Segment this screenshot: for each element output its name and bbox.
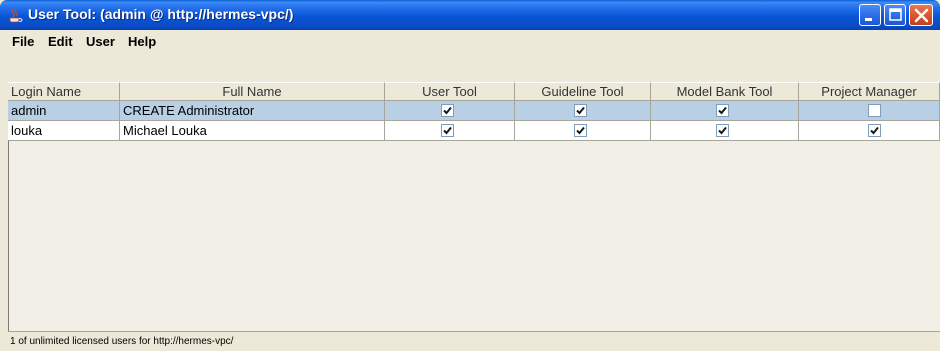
cell-user-tool: [385, 121, 515, 141]
title-bar[interactable]: User Tool: (admin @ http://hermes-vpc/): [0, 0, 940, 30]
minimize-button[interactable]: [859, 4, 881, 26]
cell-full-name[interactable]: Michael Louka: [120, 121, 385, 141]
cell-user-tool: [385, 101, 515, 121]
close-icon: [914, 8, 929, 23]
close-button[interactable]: [909, 4, 933, 26]
java-coffee-icon: [6, 6, 24, 24]
cell-model-bank-tool: [651, 101, 799, 121]
cell-project-manager: [799, 121, 940, 141]
check-icon: [443, 106, 452, 115]
column-header-model-bank-tool[interactable]: Model Bank Tool: [651, 82, 799, 101]
menu-bar: File Edit User Help: [0, 30, 940, 54]
window-left-frame: [0, 30, 8, 351]
check-icon: [870, 126, 879, 135]
cell-full-name[interactable]: CREATE Administrator: [120, 101, 385, 121]
cell-project-manager: [799, 101, 940, 121]
cell-login-name[interactable]: louka: [8, 121, 120, 141]
table-row[interactable]: admin CREATE Administrator: [8, 101, 940, 121]
check-icon: [443, 126, 452, 135]
check-icon: [718, 126, 727, 135]
status-bar: 1 of unlimited licensed users for http:/…: [8, 331, 940, 351]
minimize-icon: [865, 18, 872, 21]
model-bank-tool-checkbox[interactable]: [716, 104, 729, 117]
cell-guideline-tool: [515, 101, 651, 121]
menu-edit[interactable]: Edit: [48, 34, 73, 49]
table-header: Login Name Full Name User Tool Guideline…: [8, 82, 940, 101]
project-manager-checkbox[interactable]: [868, 104, 881, 117]
cell-login-name[interactable]: admin: [8, 101, 120, 121]
project-manager-checkbox[interactable]: [868, 124, 881, 137]
maximize-button[interactable]: [884, 4, 906, 26]
user-tool-window: User Tool: (admin @ http://hermes-vpc/) …: [0, 0, 940, 351]
window-title: User Tool: (admin @ http://hermes-vpc/): [28, 6, 294, 22]
column-header-login-name[interactable]: Login Name: [8, 82, 120, 101]
cell-model-bank-tool: [651, 121, 799, 141]
cell-guideline-tool: [515, 121, 651, 141]
menu-help[interactable]: Help: [128, 34, 156, 49]
model-bank-tool-checkbox[interactable]: [716, 124, 729, 137]
menu-user[interactable]: User: [86, 34, 115, 49]
check-icon: [576, 126, 585, 135]
column-header-project-manager[interactable]: Project Manager: [799, 82, 940, 101]
menu-file[interactable]: File: [12, 34, 34, 49]
check-icon: [718, 106, 727, 115]
column-header-guideline-tool[interactable]: Guideline Tool: [515, 82, 651, 101]
column-header-full-name[interactable]: Full Name: [120, 82, 385, 101]
user-tool-checkbox[interactable]: [441, 124, 454, 137]
maximize-icon: [889, 8, 902, 21]
guideline-tool-checkbox[interactable]: [574, 124, 587, 137]
column-header-user-tool[interactable]: User Tool: [385, 82, 515, 101]
status-text: 1 of unlimited licensed users for http:/…: [10, 336, 234, 347]
guideline-tool-checkbox[interactable]: [574, 104, 587, 117]
table-row[interactable]: louka Michael Louka: [8, 121, 940, 141]
user-tool-checkbox[interactable]: [441, 104, 454, 117]
check-icon: [576, 106, 585, 115]
